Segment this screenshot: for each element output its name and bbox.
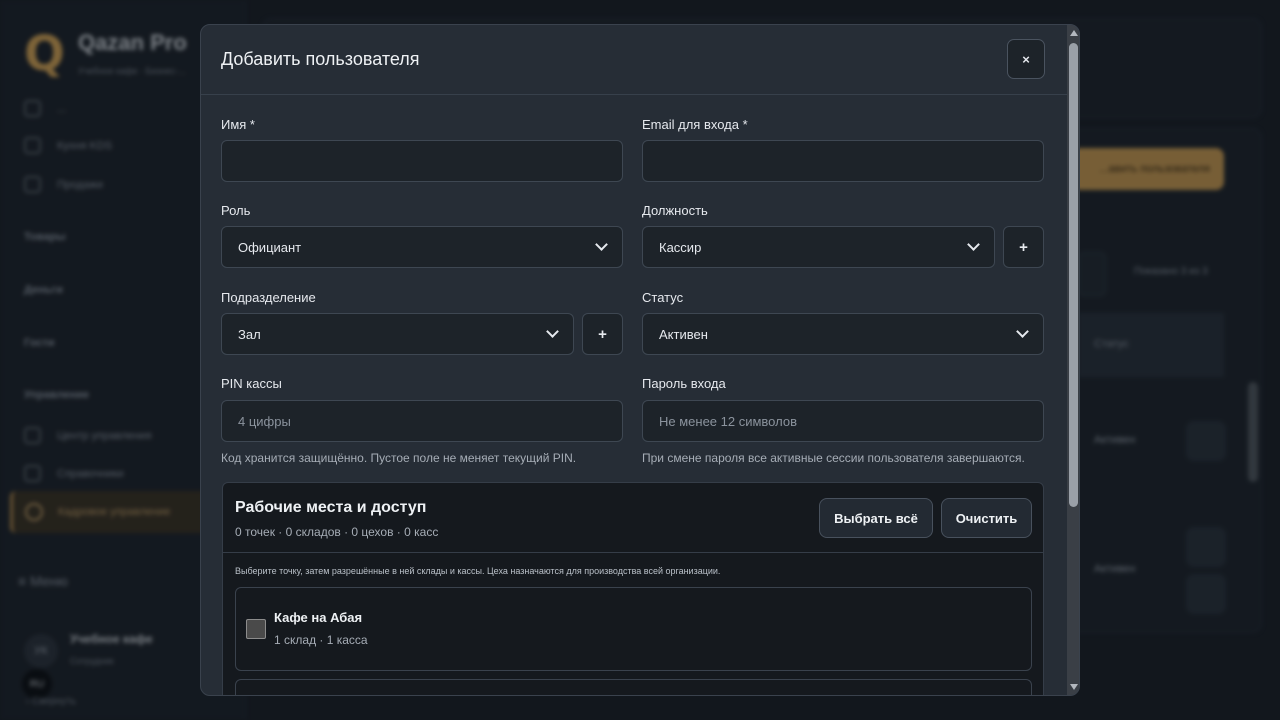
- status-select[interactable]: Активен: [642, 313, 1044, 355]
- chevron-down-icon: [595, 238, 608, 251]
- location-card[interactable]: [235, 679, 1032, 695]
- close-icon: ×: [1022, 51, 1030, 67]
- plus-icon: +: [1019, 238, 1028, 256]
- scroll-up-icon[interactable]: [1070, 30, 1078, 36]
- password-hint: При смене пароля все активные сессии пол…: [642, 451, 1025, 465]
- password-placeholder: Не менее 12 символов: [659, 413, 797, 429]
- close-button[interactable]: ×: [1007, 39, 1045, 79]
- password-label: Пароль входа: [642, 376, 726, 391]
- pin-input[interactable]: 4 цифры: [221, 400, 623, 442]
- pin-hint: Код хранится защищённо. Пустое поле не м…: [221, 451, 577, 465]
- email-label: Email для входа *: [642, 117, 748, 132]
- role-select-value: Официант: [238, 239, 302, 255]
- department-select[interactable]: Зал: [221, 313, 574, 355]
- status-select-value: Активен: [659, 326, 708, 342]
- access-header: Рабочие места и доступ 0 точек · 0 склад…: [223, 483, 1043, 553]
- pin-placeholder: 4 цифры: [238, 413, 291, 429]
- modal-header: Добавить пользователя ×: [201, 25, 1067, 95]
- chevron-down-icon: [546, 325, 559, 338]
- scroll-down-icon[interactable]: [1070, 684, 1078, 690]
- department-label: Подразделение: [221, 290, 316, 305]
- department-select-value: Зал: [238, 326, 261, 342]
- clear-button[interactable]: Очистить: [941, 498, 1032, 538]
- position-select[interactable]: Кассир: [642, 226, 995, 268]
- role-select[interactable]: Официант: [221, 226, 623, 268]
- chevron-down-icon: [967, 238, 980, 251]
- password-input[interactable]: Не менее 12 символов: [642, 400, 1044, 442]
- workplaces-access-section: Рабочие места и доступ 0 точек · 0 склад…: [222, 482, 1044, 695]
- access-note: Выберите точку, затем разрешённые в ней …: [235, 566, 721, 576]
- modal-scrollbar[interactable]: [1067, 25, 1079, 695]
- location-card[interactable]: Кафе на Абая 1 склад · 1 касса: [235, 587, 1032, 671]
- role-label: Роль: [221, 203, 251, 218]
- status-label: Статус: [642, 290, 684, 305]
- name-label: Имя *: [221, 117, 255, 132]
- name-input[interactable]: [221, 140, 623, 182]
- access-counts: 0 точек · 0 складов · 0 цехов · 0 касс: [235, 525, 439, 539]
- plus-icon: +: [598, 325, 607, 343]
- chevron-down-icon: [1016, 325, 1029, 338]
- position-select-value: Кассир: [659, 239, 702, 255]
- add-department-button[interactable]: +: [582, 313, 623, 355]
- position-label: Должность: [642, 203, 708, 218]
- add-user-modal: Добавить пользователя × Имя * Email для …: [200, 24, 1080, 696]
- modal-title: Добавить пользователя: [221, 49, 420, 69]
- location-meta: 1 склад · 1 касса: [274, 633, 368, 647]
- location-name: Кафе на Абая: [274, 610, 363, 625]
- scrollbar-thumb[interactable]: [1069, 43, 1078, 507]
- location-checkbox[interactable]: [246, 619, 266, 639]
- select-all-button[interactable]: Выбрать всё: [819, 498, 933, 538]
- access-title: Рабочие места и доступ: [235, 499, 427, 516]
- email-input[interactable]: [642, 140, 1044, 182]
- add-position-button[interactable]: +: [1003, 226, 1044, 268]
- pin-label: PIN кассы: [221, 376, 282, 391]
